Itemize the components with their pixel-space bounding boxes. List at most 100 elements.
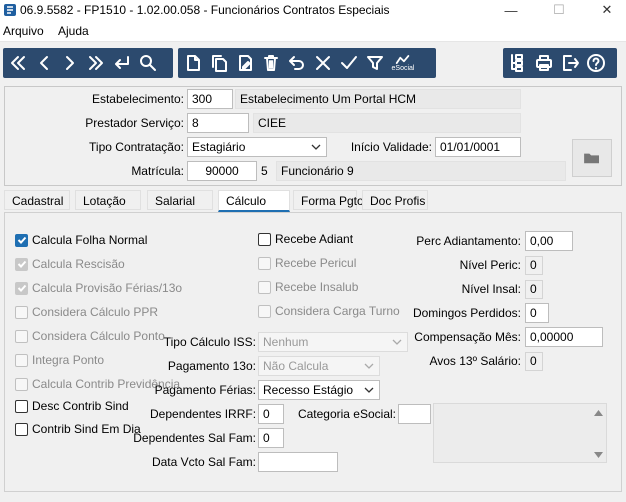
- edit-record-icon[interactable]: [232, 50, 258, 76]
- print-icon[interactable]: [531, 50, 557, 76]
- tab-forma-pgto[interactable]: Forma Pgto: [293, 190, 364, 210]
- matricula-digit: 5: [261, 164, 268, 178]
- chevron-down-icon: [311, 144, 321, 150]
- nivel-insal-value: 0: [525, 280, 543, 299]
- compensacao-mes-input[interactable]: 0,00000: [525, 327, 603, 347]
- data-vcto-sal-fam-input[interactable]: [258, 452, 338, 472]
- nivel-insal-label: Nível Insal:: [461, 282, 521, 296]
- dependentes-sal-fam-input[interactable]: 0: [258, 428, 284, 448]
- funcionario-name: Funcionário 9: [276, 161, 566, 181]
- pagamento-ferias-select[interactable]: Recesso Estágio: [258, 380, 380, 400]
- estabelecimento-name: Estabelecimento Um Portal HCM: [235, 89, 521, 109]
- considera-calculo-ppr-checkbox[interactable]: Considera Cálculo PPR: [15, 305, 158, 319]
- nivel-peric-value: 0: [525, 256, 543, 275]
- calcula-folha-normal-checkbox[interactable]: Calcula Folha Normal: [15, 233, 147, 247]
- next-record-icon[interactable]: [57, 50, 83, 76]
- matricula-input[interactable]: 90000: [187, 161, 257, 181]
- integra-ponto-checkbox[interactable]: Integra Ponto: [15, 353, 104, 367]
- inicio-validade-label: Início Validade:: [350, 140, 432, 154]
- last-record-icon[interactable]: [83, 50, 109, 76]
- calcula-provisao-ferias-checkbox[interactable]: Calcula Provisão Férias/13o: [15, 281, 182, 295]
- esocial-icon[interactable]: eSocial: [388, 50, 418, 76]
- dependentes-irrf-input[interactable]: 0: [258, 404, 284, 424]
- menu-arquivo[interactable]: Arquivo: [3, 24, 44, 38]
- avos-13-value: 0: [525, 352, 543, 371]
- folder-icon: [584, 153, 599, 164]
- enter-icon[interactable]: [109, 50, 135, 76]
- new-record-icon[interactable]: [180, 50, 206, 76]
- prestador-label: Prestador Serviço:: [85, 116, 184, 130]
- minimize-button[interactable]: —: [488, 0, 534, 20]
- tipo-contratacao-select[interactable]: Estagiário: [187, 137, 327, 157]
- title-bar: 06.9.5582 - FP1510 - 1.02.00.058 - Funci…: [0, 0, 626, 20]
- pagamento-ferias-label: Pagamento Férias:: [154, 383, 256, 397]
- app-icon: [4, 4, 16, 16]
- domingos-perdidos-label: Domingos Perdidos:: [412, 306, 521, 320]
- calcula-rescisao-checkbox[interactable]: Calcula Rescisão: [15, 257, 125, 271]
- considera-carga-turno-checkbox[interactable]: Considera Carga Turno: [258, 304, 400, 318]
- first-record-icon[interactable]: [5, 50, 31, 76]
- close-button[interactable]: ✕: [584, 0, 626, 20]
- perc-adiantamento-input[interactable]: 0,00: [525, 231, 573, 251]
- considera-calculo-ponto-checkbox[interactable]: Considera Cálculo Ponto: [15, 329, 165, 343]
- nav-toolbar-group: [3, 48, 173, 78]
- compensacao-mes-label: Compensação Mês:: [414, 330, 521, 344]
- delete-icon[interactable]: [258, 50, 284, 76]
- previous-record-icon[interactable]: [31, 50, 57, 76]
- pagamento-13-select[interactable]: Não Calcula: [258, 356, 380, 376]
- prestador-code-input[interactable]: 8: [187, 113, 249, 133]
- tipo-calculo-iss-label: Tipo Cálculo ISS:: [163, 335, 256, 349]
- undo-icon[interactable]: [284, 50, 310, 76]
- inicio-validade-input[interactable]: 01/01/0001: [435, 137, 521, 157]
- perc-adiantamento-label: Perc Adiantamento:: [416, 234, 521, 248]
- data-vcto-sal-fam-label: Data Vcto Sal Fam:: [151, 455, 256, 469]
- pagamento-13-label: Pagamento 13o:: [167, 359, 256, 373]
- tab-lotacao[interactable]: Lotação: [75, 190, 141, 210]
- categoria-esocial-description: [433, 403, 607, 463]
- pagamento-13-value: Não Calcula: [263, 359, 329, 373]
- tipo-contratacao-value: Estagiário: [192, 140, 246, 154]
- estabelecimento-code-input[interactable]: 300: [187, 89, 233, 109]
- tipo-contratacao-label: Tipo Contratação:: [89, 140, 184, 154]
- scroll-down-icon[interactable]: [594, 452, 603, 458]
- tab-doc-profis[interactable]: Doc Profis: [362, 190, 428, 210]
- desc-contrib-sind-checkbox[interactable]: Desc Contrib Sind: [15, 399, 129, 413]
- chevron-down-icon: [364, 387, 374, 393]
- nivel-peric-label: Nível Peric:: [459, 258, 521, 272]
- menu-ajuda[interactable]: Ajuda: [58, 24, 89, 38]
- categoria-esocial-label: Categoria eSocial:: [297, 407, 396, 421]
- edit-toolbar-group: eSocial: [178, 48, 436, 78]
- maximize-button[interactable]: ☐: [536, 0, 582, 20]
- dependentes-sal-fam-label: Dependentes Sal Fam:: [133, 431, 256, 445]
- toolbar: eSocial: [0, 42, 626, 86]
- exit-icon[interactable]: [557, 50, 583, 76]
- recebe-pericul-checkbox[interactable]: Recebe Pericul: [258, 256, 356, 270]
- recebe-insalub-checkbox[interactable]: Recebe Insalub: [258, 280, 358, 294]
- search-icon[interactable]: [135, 50, 161, 76]
- avos-13-label: Avos 13º Salário:: [429, 354, 521, 368]
- domingos-perdidos-input[interactable]: 0: [525, 303, 549, 323]
- tree-icon[interactable]: [505, 50, 531, 76]
- tab-salarial[interactable]: Salarial: [147, 190, 213, 210]
- tipo-calculo-iss-value: Nenhum: [263, 335, 309, 349]
- categoria-esocial-input[interactable]: [398, 404, 431, 424]
- dependentes-irrf-label: Dependentes IRRF:: [150, 407, 257, 421]
- folder-button[interactable]: [572, 139, 612, 177]
- tab-calculo[interactable]: Cálculo: [218, 190, 290, 212]
- help-icon[interactable]: [583, 50, 609, 76]
- confirm-icon[interactable]: [336, 50, 362, 76]
- tipo-calculo-iss-select[interactable]: Nenhum: [258, 332, 408, 352]
- scroll-up-icon[interactable]: [594, 410, 603, 416]
- prestador-name: CIEE: [253, 113, 521, 133]
- right-toolbar-group: [503, 48, 617, 78]
- menu-bar: Arquivo Ajuda: [0, 20, 626, 42]
- tab-cadastral[interactable]: Cadastral: [4, 190, 70, 210]
- contrib-sind-em-dia-checkbox[interactable]: Contrib Sind Em Dia: [15, 422, 141, 436]
- filter-icon[interactable]: [362, 50, 388, 76]
- cancel-icon[interactable]: [310, 50, 336, 76]
- esocial-label: eSocial: [391, 64, 415, 72]
- chevron-down-icon: [364, 363, 374, 369]
- scrollbar[interactable]: [591, 404, 606, 462]
- copy-record-icon[interactable]: [206, 50, 232, 76]
- recebe-adiant-checkbox[interactable]: Recebe Adiant: [258, 232, 353, 246]
